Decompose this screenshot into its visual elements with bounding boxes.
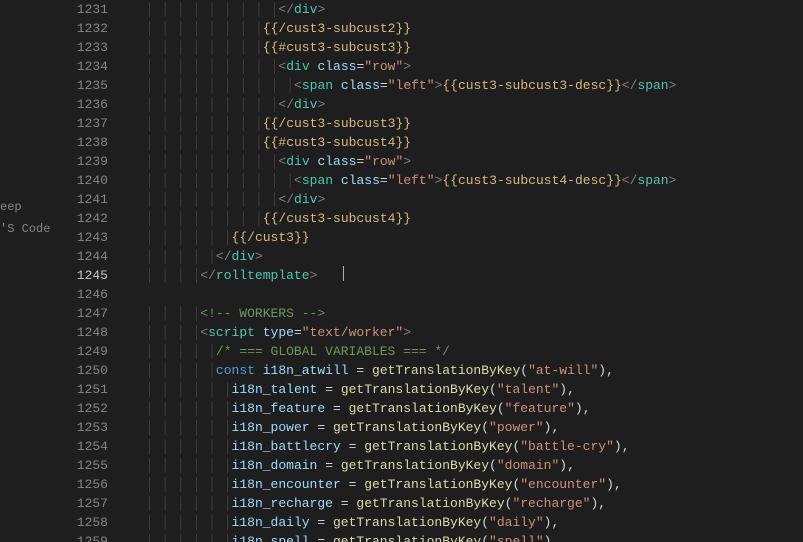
- line-number: 1256: [55, 475, 130, 494]
- code-line[interactable]: 1244 │ │ │ │ │</div>: [55, 247, 803, 266]
- line-number: 1238: [55, 133, 130, 152]
- code-line[interactable]: 1258 │ │ │ │ │ │i18n_daily = getTranslat…: [55, 513, 803, 532]
- line-number: 1255: [55, 456, 130, 475]
- line-number: 1245: [55, 266, 130, 285]
- line-number: 1240: [55, 171, 130, 190]
- line-number: 1251: [55, 380, 130, 399]
- code-line[interactable]: 1241 │ │ │ │ │ │ │ │ │</div>: [55, 190, 803, 209]
- activity-bar[interactable]: eep 'S Code: [0, 0, 55, 542]
- line-content[interactable]: │ │ │ │</rolltemplate>: [130, 266, 803, 285]
- code-line[interactable]: 1242 │ │ │ │ │ │ │ │{{/cust3-subcust4}}: [55, 209, 803, 228]
- code-line[interactable]: 1246: [55, 285, 803, 304]
- code-line[interactable]: 1234 │ │ │ │ │ │ │ │ │<div class="row">: [55, 57, 803, 76]
- line-number: 1242: [55, 209, 130, 228]
- code-line[interactable]: 1259 │ │ │ │ │ │i18n_spell = getTranslat…: [55, 532, 803, 542]
- line-number: 1235: [55, 76, 130, 95]
- line-number: 1246: [55, 285, 130, 304]
- line-number: 1247: [55, 304, 130, 323]
- line-content[interactable]: │ │ │ │ │ │i18n_power = getTranslationBy…: [130, 418, 803, 437]
- line-number: 1237: [55, 114, 130, 133]
- line-content[interactable]: │ │ │ │ │ │i18n_encounter = getTranslati…: [130, 475, 803, 494]
- code-line[interactable]: 1254 │ │ │ │ │ │i18n_battlecry = getTran…: [55, 437, 803, 456]
- code-line[interactable]: 1249 │ │ │ │ │/* === GLOBAL VARIABLES ==…: [55, 342, 803, 361]
- line-number: 1232: [55, 19, 130, 38]
- code-line[interactable]: 1253 │ │ │ │ │ │i18n_power = getTranslat…: [55, 418, 803, 437]
- code-line[interactable]: 1239 │ │ │ │ │ │ │ │ │<div class="row">: [55, 152, 803, 171]
- line-number: 1234: [55, 57, 130, 76]
- line-content[interactable]: │ │ │ │ │ │i18n_talent = getTranslationB…: [130, 380, 803, 399]
- line-content[interactable]: │ │ │ │ │ │ │ │ │ │<span class="left">{{…: [130, 76, 803, 95]
- line-content[interactable]: │ │ │ │<!-- WORKERS -->: [130, 304, 803, 323]
- sidebar-fragment-mid: 'S Code: [0, 222, 55, 236]
- line-content[interactable]: │ │ │ │ │ │ │ │{{#cust3-subcust3}}: [130, 38, 803, 57]
- line-content[interactable]: │ │ │ │ │</div>: [130, 247, 803, 266]
- line-content[interactable]: │ │ │ │ │ │i18n_spell = getTranslationBy…: [130, 532, 803, 542]
- line-number: 1241: [55, 190, 130, 209]
- code-line[interactable]: 1236 │ │ │ │ │ │ │ │ │</div>: [55, 95, 803, 114]
- text-cursor: [343, 266, 344, 281]
- line-content[interactable]: │ │ │ │ │const i18n_atwill = getTranslat…: [130, 361, 803, 380]
- code-line[interactable]: 1250 │ │ │ │ │const i18n_atwill = getTra…: [55, 361, 803, 380]
- line-content[interactable]: │ │ │ │ │ │{{/cust3}}: [130, 228, 803, 247]
- line-content[interactable]: │ │ │ │<script type="text/worker">: [130, 323, 803, 342]
- line-number: 1249: [55, 342, 130, 361]
- sidebar-fragment-top: eep: [0, 200, 55, 214]
- line-number: 1243: [55, 228, 130, 247]
- line-content[interactable]: │ │ │ │ │ │i18n_daily = getTranslationBy…: [130, 513, 803, 532]
- line-content[interactable]: │ │ │ │ │ │i18n_recharge = getTranslatio…: [130, 494, 803, 513]
- line-number: 1244: [55, 247, 130, 266]
- line-number: 1253: [55, 418, 130, 437]
- code-line[interactable]: 1247 │ │ │ │<!-- WORKERS -->: [55, 304, 803, 323]
- line-number: 1257: [55, 494, 130, 513]
- code-line[interactable]: 1252 │ │ │ │ │ │i18n_feature = getTransl…: [55, 399, 803, 418]
- line-content[interactable]: │ │ │ │ │/* === GLOBAL VARIABLES === */: [130, 342, 803, 361]
- editor-root: eep 'S Code 1231 │ │ │ │ │ │ │ │ │</div>…: [0, 0, 803, 542]
- line-content[interactable]: [130, 285, 803, 304]
- line-number: 1248: [55, 323, 130, 342]
- code-line[interactable]: 1237 │ │ │ │ │ │ │ │{{/cust3-subcust3}}: [55, 114, 803, 133]
- code-line[interactable]: 1257 │ │ │ │ │ │i18n_recharge = getTrans…: [55, 494, 803, 513]
- line-number: 1236: [55, 95, 130, 114]
- line-content[interactable]: │ │ │ │ │ │ │ │{{/cust3-subcust2}}: [130, 19, 803, 38]
- code-line[interactable]: 1232 │ │ │ │ │ │ │ │{{/cust3-subcust2}}: [55, 19, 803, 38]
- line-number: 1254: [55, 437, 130, 456]
- line-content[interactable]: │ │ │ │ │ │ │ │ │ │<span class="left">{{…: [130, 171, 803, 190]
- code-line[interactable]: 1231 │ │ │ │ │ │ │ │ │</div>: [55, 0, 803, 19]
- code-area[interactable]: 1231 │ │ │ │ │ │ │ │ │</div>1232 │ │ │ │…: [55, 0, 803, 542]
- code-line[interactable]: 1256 │ │ │ │ │ │i18n_encounter = getTran…: [55, 475, 803, 494]
- line-number: 1252: [55, 399, 130, 418]
- line-number: 1239: [55, 152, 130, 171]
- line-number: 1233: [55, 38, 130, 57]
- code-line[interactable]: 1248 │ │ │ │<script type="text/worker">: [55, 323, 803, 342]
- code-line[interactable]: 1240 │ │ │ │ │ │ │ │ │ │<span class="lef…: [55, 171, 803, 190]
- line-number: 1259: [55, 532, 130, 542]
- code-line[interactable]: 1245 │ │ │ │</rolltemplate>: [55, 266, 803, 285]
- line-content[interactable]: │ │ │ │ │ │ │ │ │</div>: [130, 0, 803, 19]
- line-content[interactable]: │ │ │ │ │ │i18n_feature = getTranslation…: [130, 399, 803, 418]
- code-line[interactable]: 1251 │ │ │ │ │ │i18n_talent = getTransla…: [55, 380, 803, 399]
- line-content[interactable]: │ │ │ │ │ │ │ │{{/cust3-subcust4}}: [130, 209, 803, 228]
- line-content[interactable]: │ │ │ │ │ │ │ │ │<div class="row">: [130, 152, 803, 171]
- code-line[interactable]: 1235 │ │ │ │ │ │ │ │ │ │<span class="lef…: [55, 76, 803, 95]
- line-number: 1231: [55, 0, 130, 19]
- line-content[interactable]: │ │ │ │ │ │i18n_domain = getTranslationB…: [130, 456, 803, 475]
- code-line[interactable]: 1255 │ │ │ │ │ │i18n_domain = getTransla…: [55, 456, 803, 475]
- line-content[interactable]: │ │ │ │ │ │ │ │{{/cust3-subcust3}}: [130, 114, 803, 133]
- code-line[interactable]: 1233 │ │ │ │ │ │ │ │{{#cust3-subcust3}}: [55, 38, 803, 57]
- line-content[interactable]: │ │ │ │ │ │ │ │ │</div>: [130, 95, 803, 114]
- line-number: 1258: [55, 513, 130, 532]
- line-content[interactable]: │ │ │ │ │ │ │ │ │</div>: [130, 190, 803, 209]
- line-content[interactable]: │ │ │ │ │ │i18n_battlecry = getTranslati…: [130, 437, 803, 456]
- code-line[interactable]: 1238 │ │ │ │ │ │ │ │{{#cust3-subcust4}}: [55, 133, 803, 152]
- line-content[interactable]: │ │ │ │ │ │ │ │{{#cust3-subcust4}}: [130, 133, 803, 152]
- line-number: 1250: [55, 361, 130, 380]
- line-content[interactable]: │ │ │ │ │ │ │ │ │<div class="row">: [130, 57, 803, 76]
- code-line[interactable]: 1243 │ │ │ │ │ │{{/cust3}}: [55, 228, 803, 247]
